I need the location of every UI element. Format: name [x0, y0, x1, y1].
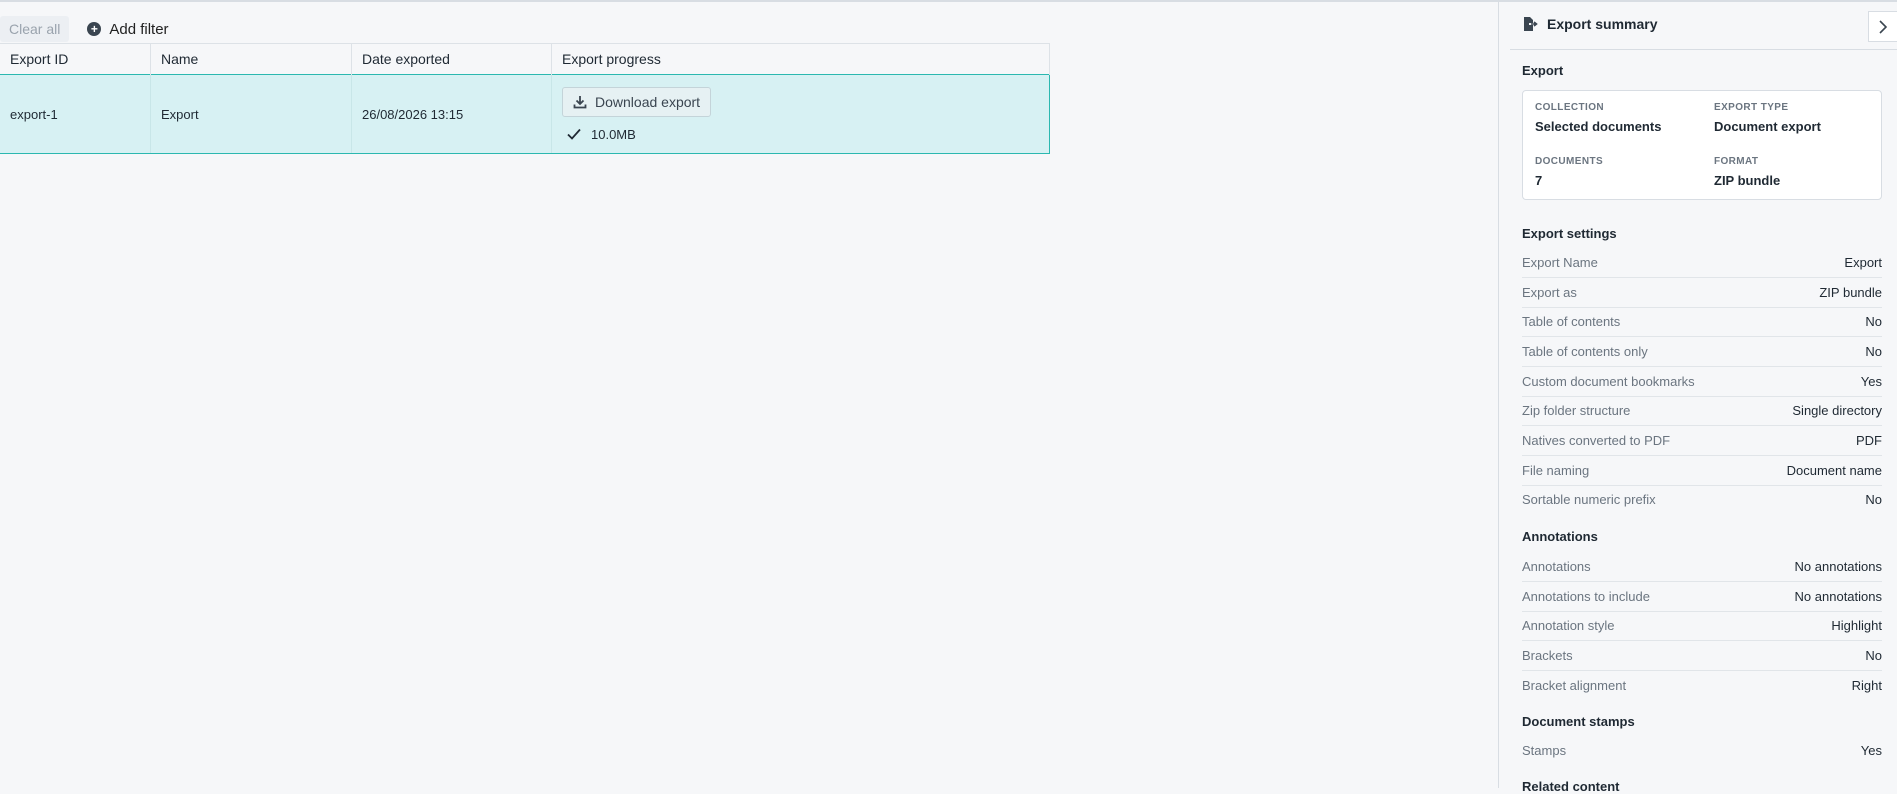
export-type-field: EXPORT TYPE Document export	[1714, 102, 1821, 134]
export-type-value: Document export	[1714, 119, 1821, 134]
setting-value: No	[1865, 492, 1882, 507]
annotation-key: Annotation style	[1522, 618, 1615, 633]
setting-key: Sortable numeric prefix	[1522, 492, 1656, 507]
documents-label: DOCUMENTS	[1535, 156, 1604, 167]
cell-date-exported: 26/08/2026 13:15	[351, 74, 552, 154]
add-filter-label: Add filter	[109, 20, 169, 38]
setting-value: ZIP bundle	[1819, 285, 1882, 300]
column-header-date-exported[interactable]: Date exported	[351, 43, 552, 75]
setting-value: PDF	[1856, 433, 1882, 448]
setting-key: Custom document bookmarks	[1522, 374, 1695, 389]
setting-row: Export as ZIP bundle	[1522, 278, 1882, 308]
download-icon	[573, 95, 587, 108]
setting-key: Export Name	[1522, 255, 1598, 270]
stamp-key: Stamps	[1522, 743, 1567, 758]
documents-field: DOCUMENTS 7	[1535, 156, 1603, 188]
panel-title: Export summary	[1522, 16, 1657, 32]
setting-value: Document name	[1786, 463, 1882, 478]
setting-key: Table of contents	[1522, 314, 1621, 329]
cell-export-id: export-1	[0, 74, 151, 154]
section-title-annotations: Annotations	[1522, 529, 1598, 544]
format-field: FORMAT ZIP bundle	[1714, 156, 1780, 188]
setting-key: Zip folder structure	[1522, 403, 1631, 418]
panel-divider	[1498, 2, 1499, 788]
format-value: ZIP bundle	[1714, 173, 1781, 188]
column-header-export-id[interactable]: Export ID	[0, 43, 151, 75]
section-title-export-settings: Export settings	[1522, 226, 1617, 241]
annotation-key: Brackets	[1522, 648, 1573, 663]
setting-row: Table of contents No	[1522, 307, 1882, 337]
collapse-panel-button[interactable]	[1868, 11, 1897, 42]
download-export-button[interactable]: Download export	[562, 86, 712, 117]
setting-value: No	[1865, 314, 1882, 329]
annotation-value: Highlight	[1831, 618, 1882, 633]
column-header-export-progress[interactable]: Export progress	[551, 43, 1050, 75]
export-size-value: 10.0MB	[591, 126, 636, 142]
chevron-right-icon	[1879, 19, 1888, 34]
export-summary-panel: Export summary Export COLLECTION Selecte…	[1510, 2, 1897, 794]
plus-circle-icon: +	[87, 22, 102, 36]
annotation-row: Annotations No annotations	[1522, 552, 1882, 582]
section-title-related-content: Related content	[1522, 779, 1620, 794]
setting-value: No	[1865, 344, 1882, 359]
export-summary-card: COLLECTION Selected documents EXPORT TYP…	[1522, 90, 1882, 200]
setting-key: Export as	[1522, 285, 1577, 300]
collection-label: COLLECTION	[1535, 102, 1604, 113]
setting-value: Export	[1844, 255, 1882, 270]
stamp-value: Yes	[1860, 743, 1882, 758]
annotation-value: No	[1865, 648, 1882, 663]
table-row[interactable]: export-1 Export 26/08/2026 13:15 Downloa…	[0, 74, 1050, 154]
setting-value: Single directory	[1792, 403, 1882, 418]
collection-value: Selected documents	[1535, 119, 1662, 134]
check-icon	[567, 128, 581, 140]
exports-table: Export ID Name Date exported Export prog…	[0, 43, 1050, 154]
annotation-row: Brackets No	[1522, 641, 1882, 671]
panel-title-text: Export summary	[1547, 16, 1658, 32]
setting-row: Export Name Export	[1522, 248, 1882, 278]
export-size: 10.0MB	[562, 127, 1039, 142]
download-export-label: Download export	[595, 93, 701, 110]
setting-value: Yes	[1860, 374, 1882, 389]
setting-key: Table of contents only	[1522, 344, 1648, 359]
annotation-key: Annotations	[1522, 559, 1591, 574]
exports-main: Clear all + Add filter Export ID Name Da…	[0, 2, 1498, 788]
table-header-row: Export ID Name Date exported Export prog…	[0, 43, 1050, 75]
annotation-row: Bracket alignment Right	[1522, 671, 1882, 700]
add-filter-button[interactable]: + Add filter	[87, 20, 169, 38]
setting-row: Table of contents only No	[1522, 337, 1882, 367]
filter-bar: Clear all + Add filter	[0, 14, 169, 44]
setting-row: Zip folder structure Single directory	[1522, 396, 1882, 426]
column-header-name[interactable]: Name	[150, 43, 352, 75]
section-title-export: Export	[1522, 63, 1564, 78]
annotation-value: Right	[1851, 678, 1882, 693]
documents-value: 7	[1535, 173, 1543, 188]
setting-key: File naming	[1522, 463, 1590, 478]
setting-row: Natives converted to PDF PDF	[1522, 426, 1882, 456]
stamp-row: Stamps Yes	[1522, 736, 1882, 765]
setting-row: Sortable numeric prefix No	[1522, 485, 1882, 514]
collection-field: COLLECTION Selected documents	[1535, 102, 1661, 134]
export-type-label: EXPORT TYPE	[1714, 102, 1789, 113]
panel-header: Export summary	[1510, 2, 1897, 50]
file-export-icon	[1524, 17, 1538, 31]
setting-key: Natives converted to PDF	[1522, 433, 1671, 448]
clear-all-button[interactable]: Clear all	[0, 16, 70, 42]
annotation-row: Annotation style Highlight	[1522, 611, 1882, 641]
annotation-value: No annotations	[1794, 559, 1882, 574]
format-label: FORMAT	[1714, 156, 1759, 167]
cell-export-progress: Download export 10.0MB	[551, 74, 1050, 154]
annotation-value: No annotations	[1794, 589, 1882, 604]
section-title-document-stamps: Document stamps	[1522, 714, 1635, 729]
annotation-row: Annotations to include No annotations	[1522, 582, 1882, 612]
annotation-key: Annotations to include	[1522, 589, 1650, 604]
setting-row: File naming Document name	[1522, 456, 1882, 486]
cell-name: Export	[150, 74, 352, 154]
setting-row: Custom document bookmarks Yes	[1522, 367, 1882, 397]
annotation-key: Bracket alignment	[1522, 678, 1627, 693]
